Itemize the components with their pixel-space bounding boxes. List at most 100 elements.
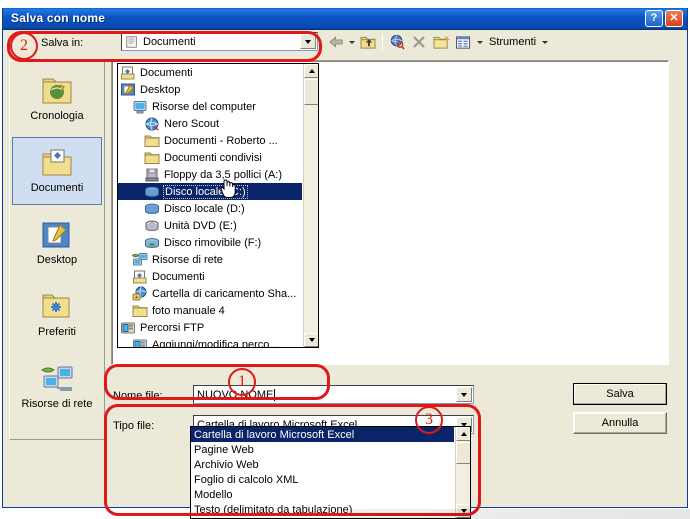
folder-icon [132,303,148,319]
sidebar-item-label: Desktop [36,254,78,266]
sidebar-item-preferiti[interactable]: Preferiti [12,281,102,349]
hard-drive-icon [144,184,160,200]
search-web-icon[interactable] [386,32,408,52]
dropdown-list-item[interactable]: Disco locale (C:) [118,183,302,200]
text-caret [274,388,276,401]
dropdown-item-label: Percorsi FTP [140,321,205,334]
up-folder-icon[interactable] [357,32,379,52]
dropdown-item-label: Cartella di caricamento Sha... [152,287,297,300]
title-bar-buttons: ? ✕ [645,10,683,27]
places-sidebar: Cronologia Documenti Desktop Preferiti R… [9,60,105,440]
save-in-dropdown-list[interactable]: Documenti Desktop Risorse del computer Nero… [117,63,319,348]
dropdown-item-label: Risorse del computer [152,100,256,113]
history-folder-icon [40,76,74,108]
dialog-title: Salva con nome [11,11,106,25]
dropdown-item-label: Risorse di rete [152,253,223,266]
dropdown-list-item[interactable]: Disco locale (D:) [118,200,302,217]
shared-upload-icon [132,286,148,302]
file-type-scrollbar[interactable] [455,427,470,518]
desktop-icon [120,82,136,98]
file-type-list-item[interactable]: Modello [191,487,454,502]
sidebar-item-label: Cronologia [30,110,84,122]
scroll-down-icon[interactable] [304,333,318,347]
dropdown-list-item[interactable]: Cartella di caricamento Sha... [118,285,302,302]
sidebar-item-risorse-di-rete[interactable]: Risorse di rete [12,353,102,421]
sidebar-item-label: Documenti [30,182,84,194]
dropdown-list-item[interactable]: Unità DVD (E:) [118,217,302,234]
removable-drive-icon [144,235,160,251]
tools-dropdown-arrow[interactable] [539,32,551,52]
file-type-list-item[interactable]: Foglio di calcolo XML [191,472,454,487]
dropdown-list-item[interactable]: Documenti [118,268,302,285]
file-type-item-label: Foglio di calcolo XML [194,473,299,486]
hard-drive-icon [144,201,160,217]
ftp-icon [120,320,136,336]
dropdown-list-item[interactable]: Percorsi FTP [118,319,302,336]
dropdown-list-item[interactable]: Aggiungi/modifica perco... [118,336,302,347]
dropdown-items: Documenti Desktop Risorse del computer Nero… [118,64,302,347]
annotation-marker-2: 2 [10,32,38,60]
cancel-button[interactable]: Annulla [573,412,667,434]
file-type-item-label: Modello [194,488,233,501]
file-type-item-label: Cartella di lavoro Microsoft Excel [194,428,355,441]
network-places-icon [131,252,148,268]
dialog-toolbar: Strumenti [325,32,551,52]
dropdown-item-label: Disco rimovibile (F:) [164,236,262,249]
file-type-list-item[interactable]: Archivio Web [191,457,454,472]
scrollbar-thumb[interactable] [456,442,470,464]
save-in-dropdown-arrow[interactable] [300,34,316,49]
delete-x-icon[interactable] [408,32,430,52]
my-documents-icon [40,148,74,180]
views-icon[interactable] [452,32,474,52]
sidebar-item-cronologia[interactable]: Cronologia [12,65,102,133]
help-button[interactable]: ? [645,10,663,27]
dropdown-list-item[interactable]: Documenti [118,64,302,81]
file-type-list-item[interactable]: Pagine Web [191,442,454,457]
dropdown-item-label: Disco locale (D:) [164,202,245,215]
dropdown-list-item[interactable]: Risorse di rete [118,251,302,268]
save-in-combobox[interactable]: Documenti [121,32,318,51]
close-button[interactable]: ✕ [665,10,683,27]
my-documents-icon [132,269,148,285]
scroll-up-icon[interactable] [304,64,318,78]
desktop-icon [40,220,74,252]
dropdown-scrollbar[interactable] [303,64,318,347]
back-arrow-icon[interactable] [325,32,347,52]
dropdown-list-item[interactable]: Risorse del computer [118,98,302,115]
back-dropdown-arrow[interactable] [347,32,357,52]
sidebar-item-desktop[interactable]: Desktop [12,209,102,277]
save-in-value: Documenti [143,35,196,48]
dropdown-item-label: Documenti condivisi [164,151,262,164]
file-type-list-item[interactable]: Cartella di lavoro Microsoft Excel [191,427,454,442]
network-places-icon [40,364,74,396]
dropdown-list-item[interactable]: Nero Scout [118,115,302,132]
scroll-up-icon[interactable] [456,427,470,441]
nero-scout-icon [144,116,160,132]
dropdown-list-item[interactable]: Documenti condivisi [118,149,302,166]
dropdown-item-label: Unità DVD (E:) [164,219,237,232]
file-type-dropdown-list[interactable]: Cartella di lavoro Microsoft Excel Pagine… [190,426,471,519]
favorites-folder-icon [40,292,74,324]
dropdown-list-item[interactable]: foto manuale 4 [118,302,302,319]
dropdown-list-item[interactable]: Floppy da 3,5 pollici (A:) [118,166,302,183]
dropdown-list-item[interactable]: Desktop [118,81,302,98]
annotation-marker-3: 3 [415,406,443,434]
tools-menu-label[interactable]: Strumenti [486,36,539,48]
dropdown-item-label: foto manuale 4 [152,304,225,317]
file-name-label: Nome file: [113,390,163,402]
screenshot-root: Salva con nome ? ✕ Salva in: Documenti S… [0,0,690,519]
dropdown-list-item[interactable]: Disco rimovibile (F:) [118,234,302,251]
save-button[interactable]: Salva [573,383,667,405]
file-type-item-label: Testo (delimitato da tabulazione) [194,503,353,516]
new-folder-icon[interactable] [430,32,452,52]
annotation-marker-1: 1 [228,368,256,396]
file-type-items: Cartella di lavoro Microsoft Excel Pagine… [191,427,454,517]
file-name-dropdown-arrow[interactable] [456,387,472,402]
sidebar-item-documenti[interactable]: Documenti [12,137,102,205]
ftp-add-icon [132,337,148,347]
views-dropdown-arrow[interactable] [474,32,486,52]
folder-icon [144,133,160,149]
dropdown-list-item[interactable]: Documenti - Roberto ... [118,132,302,149]
dropdown-item-label: Documenti [152,270,205,283]
scrollbar-thumb[interactable] [304,79,318,105]
